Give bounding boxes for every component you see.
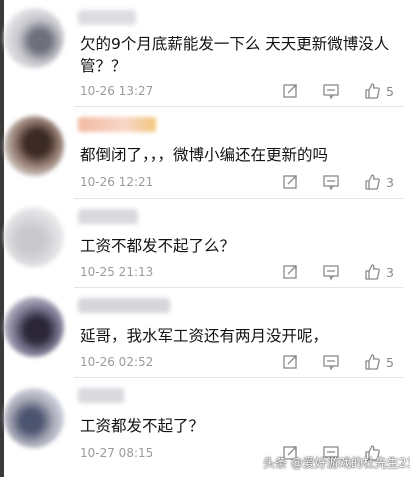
like-icon	[365, 354, 380, 370]
share-icon	[283, 175, 297, 189]
comment-item: 都倒闭了，，，微博小编还在更新的吗 10-26 12:21 3	[4, 107, 404, 199]
like-button[interactable]: 5	[363, 353, 394, 371]
share-icon	[283, 84, 297, 98]
timestamp: 10-25 21:13	[80, 265, 154, 279]
timestamp: 10-26 13:27	[80, 84, 154, 98]
timestamp: 10-27 08:15	[80, 446, 154, 460]
comment-text: 工资都发不起了？	[80, 417, 205, 435]
avatar[interactable]	[4, 8, 64, 68]
avatar[interactable]	[4, 388, 64, 448]
timestamp: 10-26 12:21	[80, 175, 154, 189]
username-blurred[interactable]	[78, 117, 156, 132]
comment-list: 欠的9个月底薪能发一下么 天天更新微博没人管？？ 10-26 13:27 5 都…	[4, 0, 404, 477]
timestamp: 10-26 02:52	[80, 355, 154, 369]
like-count: 5	[386, 83, 394, 99]
like-count: 5	[386, 354, 394, 370]
comment-text: 工资不都发不起了么？	[80, 237, 236, 255]
like-count: 3	[386, 264, 394, 280]
comment-icon	[323, 265, 339, 281]
comment-icon	[323, 355, 339, 371]
comment-icon	[323, 84, 339, 100]
like-button[interactable]: 3	[363, 263, 394, 281]
share-button[interactable]	[282, 82, 300, 100]
like-button[interactable]: 3	[363, 173, 394, 191]
like-count: 3	[386, 174, 394, 190]
comment-item: 欠的9个月底薪能发一下么 天天更新微博没人管？？ 10-26 13:27 5	[4, 0, 404, 107]
username-blurred[interactable]	[78, 10, 136, 25]
like-icon	[365, 83, 380, 99]
reply-button[interactable]	[322, 353, 340, 371]
comment-text: 延哥，我水军工资还有两月没开呢，	[80, 327, 329, 345]
like-icon	[365, 174, 380, 190]
reply-button[interactable]	[322, 173, 340, 191]
comment-text: 欠的9个月底薪能发一下么 天天更新微博没人管？？	[80, 35, 390, 75]
username-blurred[interactable]	[78, 298, 170, 313]
share-icon	[283, 265, 297, 279]
reply-button[interactable]	[322, 82, 340, 100]
share-button[interactable]	[282, 263, 300, 281]
avatar[interactable]	[4, 116, 64, 176]
comment-icon	[323, 175, 339, 191]
comment-item: 工资不都发不起了么？ 10-25 21:13 3	[4, 199, 404, 288]
username-blurred[interactable]	[78, 209, 138, 224]
comment-item: 延哥，我水军工资还有两月没开呢， 10-26 02:52 5	[4, 288, 404, 378]
share-button[interactable]	[282, 353, 300, 371]
avatar[interactable]	[4, 207, 64, 267]
watermark: 头条 @爱好游戏的杜先生233	[263, 456, 410, 470]
like-button[interactable]: 5	[363, 82, 394, 100]
share-icon	[283, 355, 297, 369]
comment-text: 都倒闭了，，，微博小编还在更新的吗	[80, 146, 329, 164]
like-icon	[365, 264, 380, 280]
avatar[interactable]	[4, 297, 64, 357]
share-button[interactable]	[282, 173, 300, 191]
username-blurred[interactable]	[78, 388, 124, 403]
reply-button[interactable]	[322, 263, 340, 281]
